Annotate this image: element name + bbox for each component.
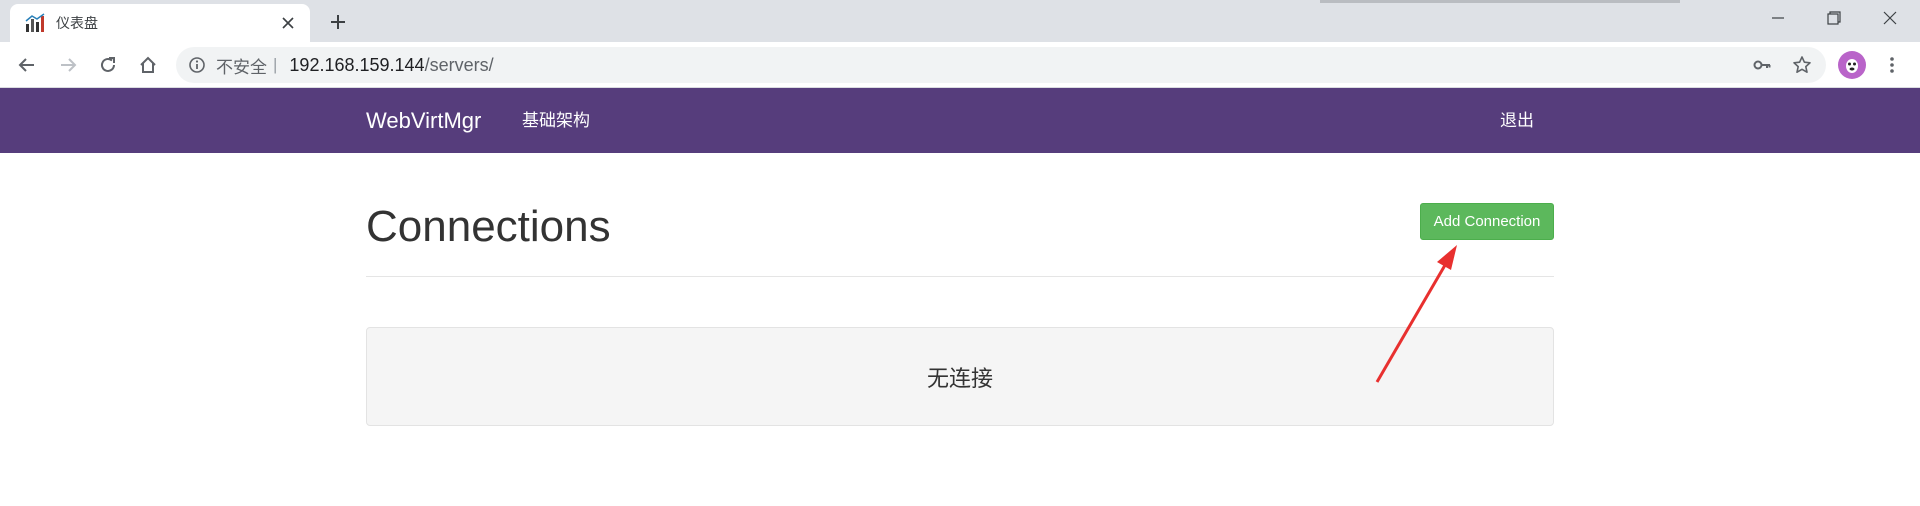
add-connection-button[interactable]: Add Connection: [1420, 203, 1554, 240]
browser-toolbar: 不安全 | 192.168.159.144/servers/: [0, 42, 1920, 88]
profile-avatar-icon[interactable]: [1838, 51, 1866, 79]
url-host: 192.168.159.144: [289, 54, 425, 75]
tab-title: 仪表盘: [56, 15, 98, 31]
browser-tab-strip: 仪表盘: [0, 0, 1920, 42]
kebab-menu-icon[interactable]: [1878, 51, 1906, 79]
logout-link[interactable]: 退出: [1500, 88, 1534, 153]
address-separator: |: [273, 55, 278, 74]
back-icon[interactable]: [13, 51, 41, 79]
title-divider: [366, 276, 1554, 277]
forward-icon[interactable]: [54, 51, 82, 79]
nav-link-infrastructure[interactable]: 基础架构: [522, 88, 590, 153]
chart-favicon-icon: [24, 12, 46, 34]
minimize-icon[interactable]: [1750, 0, 1806, 36]
new-tab-icon[interactable]: [326, 10, 350, 34]
close-window-icon[interactable]: [1862, 0, 1918, 36]
empty-message: 无连接: [926, 365, 993, 391]
address-bar[interactable]: 不安全 | 192.168.159.144/servers/: [176, 47, 1826, 83]
security-label: 不安全: [216, 57, 267, 77]
page-title: Connections: [366, 202, 611, 251]
restore-icon[interactable]: [1806, 0, 1862, 36]
bookmark-star-icon[interactable]: [1784, 47, 1820, 83]
tab-close-icon[interactable]: [278, 13, 298, 33]
tab-strip-shadow: [1320, 0, 1680, 3]
url-text: 192.168.159.144/servers/: [289, 55, 493, 76]
key-icon[interactable]: [1744, 47, 1780, 83]
url-path: /servers/: [424, 54, 494, 75]
brand-link[interactable]: WebVirtMgr: [366, 88, 481, 153]
browser-tab[interactable]: 仪表盘: [10, 4, 310, 42]
info-icon[interactable]: [188, 56, 206, 74]
site-navbar: WebVirtMgr 基础架构 退出: [0, 88, 1920, 153]
reload-icon[interactable]: [94, 51, 122, 79]
home-icon[interactable]: [134, 51, 162, 79]
empty-connections-panel: 无连接: [366, 327, 1554, 426]
